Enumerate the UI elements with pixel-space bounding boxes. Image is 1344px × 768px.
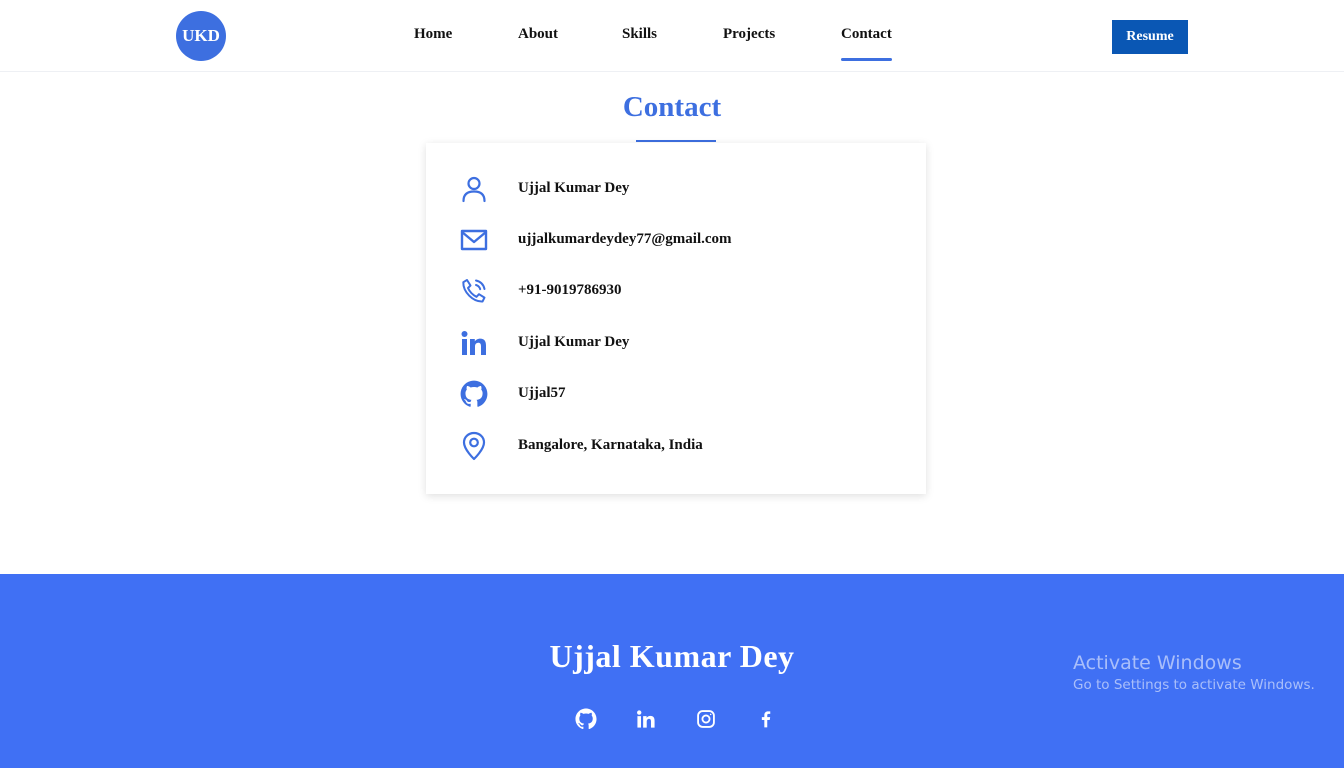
person-icon xyxy=(458,173,490,205)
phone-icon xyxy=(458,275,490,307)
section-title: Contact xyxy=(622,91,722,123)
footer-facebook-icon[interactable] xyxy=(754,707,778,731)
contact-row-location: Bangalore, Karnataka, India xyxy=(426,428,926,464)
location-icon xyxy=(458,430,490,462)
mail-icon xyxy=(458,224,490,256)
contact-row-name: Ujjal Kumar Dey xyxy=(426,171,926,207)
footer-github-icon[interactable] xyxy=(574,707,598,731)
footer: Ujjal Kumar Dey Activate Windows Go to S… xyxy=(0,574,1344,768)
contact-card: Ujjal Kumar Dey ujjalkumardeydey77@gmail… xyxy=(426,143,926,494)
title-underline xyxy=(636,140,716,142)
footer-linkedin-icon[interactable] xyxy=(634,707,658,731)
contact-name: Ujjal Kumar Dey xyxy=(518,180,630,196)
contact-row-linkedin[interactable]: Ujjal Kumar Dey xyxy=(426,325,926,361)
navbar: UKD Home About Skills Projects Contact R… xyxy=(0,0,1344,72)
nav-link-home[interactable]: Home xyxy=(414,26,452,43)
resume-button[interactable]: Resume xyxy=(1112,20,1188,54)
contact-phone[interactable]: +91-9019786930 xyxy=(518,282,622,299)
github-icon xyxy=(458,378,490,410)
watermark-subtitle: Go to Settings to activate Windows. xyxy=(1073,677,1315,693)
linkedin-icon xyxy=(458,327,490,359)
nav-link-skills[interactable]: Skills xyxy=(622,26,657,43)
contact-github[interactable]: Ujjal57 xyxy=(518,385,566,402)
footer-instagram-icon[interactable] xyxy=(694,707,718,731)
contact-row-phone[interactable]: +91-9019786930 xyxy=(426,273,926,309)
contact-email[interactable]: ujjalkumardeydey77@gmail.com xyxy=(518,231,732,248)
contact-location: Bangalore, Karnataka, India xyxy=(518,437,703,453)
contact-row-github[interactable]: Ujjal57 xyxy=(426,376,926,412)
nav-link-contact[interactable]: Contact xyxy=(841,26,892,61)
contact-linkedin[interactable]: Ujjal Kumar Dey xyxy=(518,334,629,351)
activate-windows-watermark: Activate Windows Go to Settings to activ… xyxy=(1073,652,1315,693)
nav-link-about[interactable]: About xyxy=(518,26,558,43)
contact-row-email[interactable]: ujjalkumardeydey77@gmail.com xyxy=(426,222,926,258)
nav-link-projects[interactable]: Projects xyxy=(723,26,775,43)
watermark-title: Activate Windows xyxy=(1073,652,1242,674)
